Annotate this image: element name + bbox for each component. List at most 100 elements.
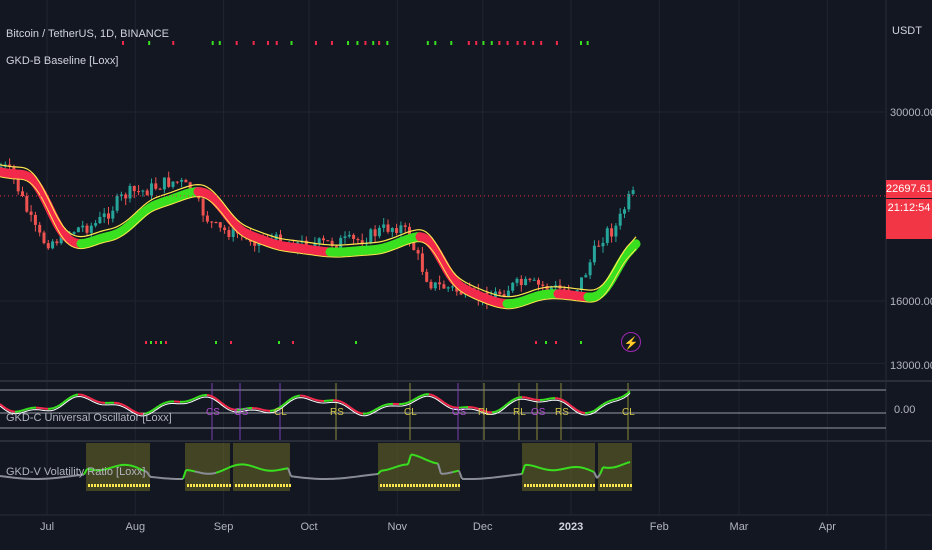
candle-body — [184, 179, 188, 183]
signal-marker — [165, 341, 167, 344]
volatility-segment — [248, 464, 253, 468]
volatility-segment — [530, 464, 535, 468]
volatility-segment — [389, 467, 394, 470]
candle-body — [352, 234, 356, 239]
time-axis-label: Jul — [40, 521, 54, 533]
signal-marker — [579, 41, 582, 45]
oscillator-segment — [344, 402, 349, 407]
candle-body — [562, 288, 566, 290]
oscillator-segment — [164, 400, 169, 404]
lightning-icon[interactable]: ⚡ — [621, 332, 641, 352]
volatility-segment — [452, 470, 457, 474]
volatility-zone — [378, 443, 460, 491]
oscillator-segment — [341, 401, 346, 405]
candle-body — [25, 196, 29, 212]
volatility-dot — [569, 484, 571, 487]
volatility-segment — [215, 470, 220, 474]
oscillator-signal-label: OS — [531, 407, 546, 418]
volatility-segment — [584, 467, 589, 471]
volatility-segment — [278, 468, 283, 471]
volatility-segment — [188, 469, 193, 472]
oscillator-segment — [128, 407, 133, 411]
volatility-dot — [199, 484, 201, 487]
candle-body — [429, 281, 433, 289]
volatility-dot — [286, 484, 288, 487]
volatility-dot — [211, 484, 213, 487]
oscillator-segment — [74, 393, 79, 397]
indicator-legend[interactable]: GKD-B Baseline [Loxx] — [6, 55, 119, 67]
oscillator-segment — [431, 394, 436, 398]
signal-marker — [467, 41, 470, 45]
candle-body — [167, 177, 171, 187]
oscillator-segment — [446, 403, 451, 407]
chart-area[interactable]: CS OS CL RS CL OS RL RL OS RS CL Jul Aug Sep Oct Nov Dec… — [0, 0, 932, 550]
oscillator-segment — [497, 408, 502, 412]
oscillator-segment — [116, 401, 121, 405]
candle-body — [21, 191, 24, 197]
time-axis-label: Feb — [650, 521, 669, 533]
candle-body — [322, 238, 325, 241]
volatility-segment — [413, 454, 418, 457]
volatility-segment — [449, 471, 454, 474]
oscillator-segment — [359, 412, 364, 415]
candle-body — [584, 275, 588, 278]
candle-body — [524, 278, 528, 286]
oscillator-segment — [50, 406, 55, 410]
oscillator-segment — [185, 399, 190, 403]
volatility-segment — [611, 466, 616, 469]
candle-body — [171, 181, 175, 187]
volatility-dot — [624, 484, 626, 487]
candle-body — [72, 232, 76, 234]
time-axis-label: Oct — [300, 521, 317, 533]
signal-marker — [434, 41, 437, 45]
oscillator-segment — [434, 395, 439, 400]
oscillator-segment — [95, 400, 100, 404]
signal-marker — [145, 341, 147, 344]
volatility-dot — [410, 484, 412, 487]
candle-body — [76, 227, 80, 233]
volatility-legend[interactable]: GKD-V Volatility Ratio [Loxx] — [6, 466, 145, 478]
currency-label[interactable]: USDT — [892, 25, 922, 37]
volatility-segment — [281, 467, 286, 471]
volatility-dot — [615, 484, 617, 487]
oscillator-segment — [614, 397, 619, 401]
volatility-dot — [142, 484, 144, 487]
volatility-dot — [627, 484, 629, 487]
candle-body — [115, 195, 119, 211]
volatility-dot — [554, 484, 556, 487]
oscillator-segment — [314, 398, 319, 402]
candle-body — [343, 236, 347, 238]
volatility-dot — [196, 484, 198, 487]
oscillator-segment — [422, 393, 427, 396]
candle-body — [42, 232, 46, 244]
volatility-segment — [260, 468, 265, 471]
last-price-tag[interactable]: 22697.61 — [886, 180, 932, 198]
signal-marker — [355, 341, 357, 344]
volatility-dot — [566, 484, 568, 487]
candle-body — [334, 246, 338, 248]
volatility-segment — [383, 468, 388, 472]
candle-body — [223, 227, 227, 231]
candle-body — [339, 237, 343, 248]
candle-body — [506, 290, 510, 297]
candle-body — [356, 238, 360, 241]
oscillator-segment — [20, 408, 25, 412]
oscillator-segment — [602, 401, 607, 406]
volatility-zone — [233, 443, 290, 491]
volatility-dot — [612, 484, 614, 487]
volatility-segment — [401, 463, 406, 467]
oscillator-segment — [86, 395, 91, 400]
signal-marker — [356, 41, 359, 45]
signal-markers-mid — [145, 341, 582, 344]
volatility-dot — [398, 484, 400, 487]
candle-body — [124, 194, 128, 199]
oscillator-segment — [407, 400, 412, 404]
signal-marker — [122, 41, 125, 45]
candle-body — [382, 224, 386, 228]
oscillator-legend[interactable]: GKD-C Universal Oscillator [Loxx] — [6, 412, 172, 424]
volatility-segment — [251, 465, 256, 469]
symbol-title[interactable]: Bitcoin / TetherUS, 1D, BINANCE — [6, 28, 169, 40]
volatility-dot — [187, 484, 189, 487]
oscillator-segment — [380, 404, 385, 408]
candle-body — [162, 177, 166, 190]
